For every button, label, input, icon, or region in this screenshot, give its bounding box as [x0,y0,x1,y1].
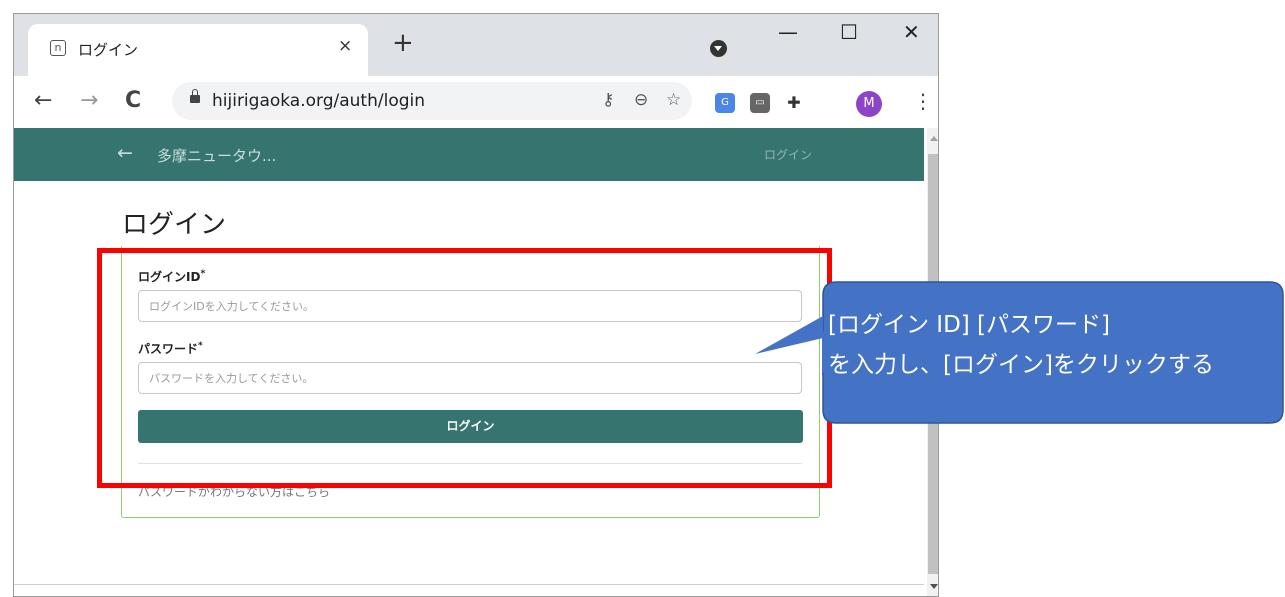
header-login-link[interactable]: ログイン [764,146,812,163]
tab-close-icon[interactable]: × [338,36,352,56]
highlight-box [97,248,832,488]
zoom-out-icon[interactable]: ⊖ [634,90,648,110]
avatar[interactable]: M [856,91,882,117]
footer-divider [14,584,924,585]
scroll-up-icon[interactable] [930,136,938,141]
back-arrow-icon[interactable]: ← [117,142,133,164]
site-name-link[interactable]: 多摩ニュータウ... [157,145,276,166]
kebab-menu-icon[interactable]: ⋮ [913,89,933,113]
active-tab[interactable]: n ログイン × [28,24,368,76]
tab-title: ログイン [78,41,139,59]
address-bar[interactable]: hijirigaoka.org/auth/login ⚷ ⊖ ☆ [172,82,692,120]
key-icon[interactable]: ⚷ [602,90,614,110]
page-title: ログイン [122,210,227,240]
callout-text: [ログイン ID] [パスワード] を入力し、[ログイン]をクリックする [828,305,1268,385]
line-icon[interactable]: ▭ [750,93,770,113]
minimize-button[interactable]: — [778,20,798,44]
tab-bar: n ログイン × + — ☐ ✕ [14,14,938,76]
reload-icon[interactable]: C [125,88,141,113]
new-tab-button[interactable]: + [392,30,414,56]
close-window-button[interactable]: ✕ [903,20,920,44]
site-header: ← 多摩ニュータウ... ログイン [14,128,924,181]
maximize-button[interactable]: ☐ [840,20,858,44]
puzzle-icon[interactable]: ✚ [784,93,804,113]
forward-icon[interactable]: → [80,88,98,113]
callout-pointer [755,316,823,354]
url-text[interactable]: hijirigaoka.org/auth/login [212,91,425,111]
site-favicon-icon: n [50,40,66,56]
browser-toolbar: ← → C hijirigaoka.org/auth/login ⚷ ⊖ ☆ G… [14,76,938,128]
tab-search-icon[interactable] [710,40,727,57]
scroll-down-icon[interactable] [930,584,938,589]
callout-line-1: [ログイン ID] [パスワード] [828,312,1111,338]
google-translate-icon[interactable]: G [715,93,735,113]
callout-line-2: を入力し、[ログイン]をクリックする [828,352,1214,378]
back-icon[interactable]: ← [34,88,52,113]
lock-icon[interactable] [190,89,200,103]
star-icon[interactable]: ☆ [666,90,681,110]
